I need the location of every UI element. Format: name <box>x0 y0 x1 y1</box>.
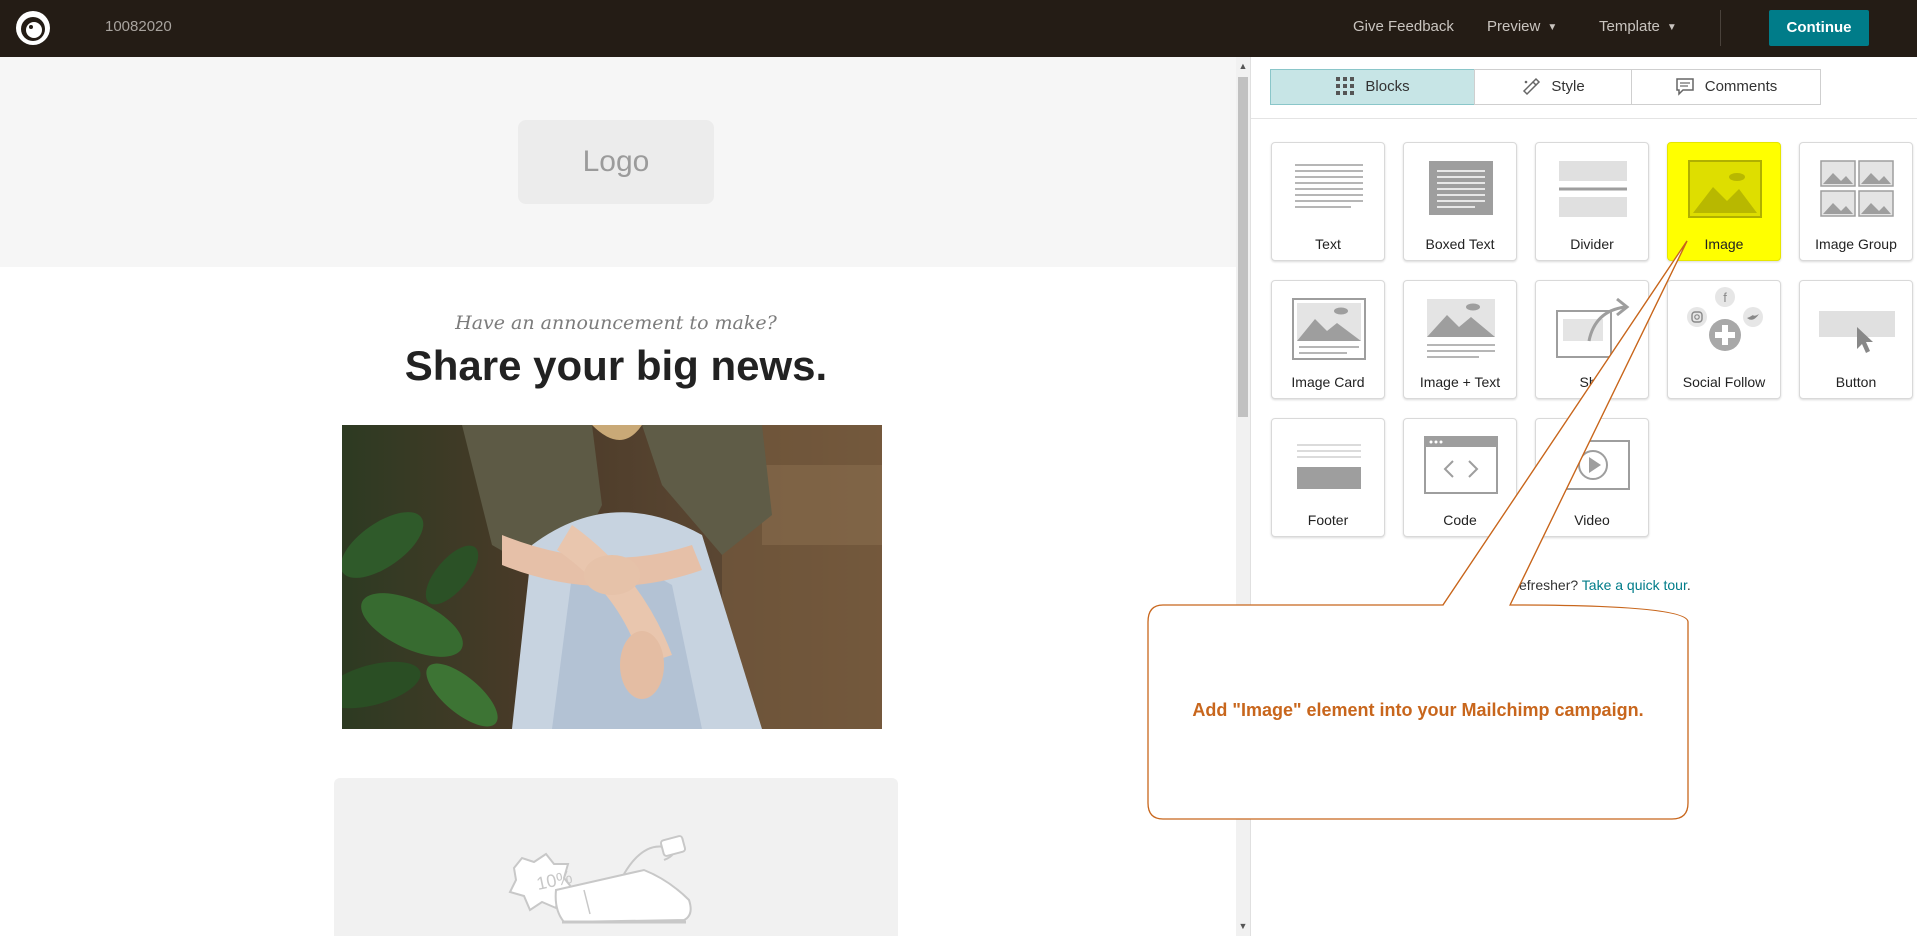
scroll-up-arrow-icon[interactable]: ▲ <box>1236 61 1250 71</box>
shoe-sale-illustration: 10% <box>508 835 692 924</box>
block-label: Text <box>1315 236 1341 252</box>
block-boxed-text[interactable]: Boxed Text <box>1403 142 1517 261</box>
block-image-card[interactable]: Image Card <box>1271 280 1385 399</box>
block-label: Image Card <box>1291 374 1365 390</box>
hero-photo-illustration <box>342 425 882 729</box>
give-feedback-label: Give Feedback <box>1353 18 1454 35</box>
top-bar: 10082020 Give Feedback Preview ▼ Template… <box>0 0 1917 57</box>
tab-style-label: Style <box>1551 78 1585 95</box>
svg-text:f: f <box>1723 290 1727 305</box>
button-block-icon <box>1819 311 1895 353</box>
block-video[interactable]: Video <box>1535 418 1649 537</box>
continue-button[interactable]: Continue <box>1769 10 1869 46</box>
take-a-quick-tour-link[interactable]: Take a quick tour <box>1582 577 1687 593</box>
block-label: Divider <box>1570 236 1614 252</box>
toolbar-divider <box>1720 10 1721 46</box>
block-label: Boxed Text <box>1425 236 1495 252</box>
social-follow-block-icon: f <box>1687 287 1763 351</box>
mailchimp-logo-icon[interactable] <box>13 8 53 48</box>
block-label: Button <box>1835 374 1877 390</box>
block-image[interactable]: Image <box>1667 142 1781 261</box>
block-label: Social Follow <box>1682 374 1766 390</box>
quick-tour-text: efresher? Take a quick tour. <box>1519 577 1691 593</box>
email-headline[interactable]: Share your big news. <box>0 342 1232 390</box>
chevron-down-icon: ▼ <box>1547 22 1558 33</box>
video-block-icon <box>1556 440 1630 490</box>
image-card-block-icon <box>1292 298 1366 360</box>
block-button[interactable]: Button <box>1799 280 1913 399</box>
block-label: Code <box>1443 512 1477 528</box>
promo-block[interactable]: 10% <box>334 778 898 936</box>
block-label: Footer <box>1307 512 1349 528</box>
block-share[interactable]: Sha <box>1535 280 1649 399</box>
share-block-icon <box>1556 297 1630 358</box>
block-label: Image <box>1704 236 1744 252</box>
tab-comments[interactable]: Comments <box>1631 69 1821 105</box>
footer-block-icon <box>1297 444 1361 489</box>
boxed-text-block-icon <box>1429 161 1493 215</box>
panel-divider <box>1251 118 1917 119</box>
text-block-icon <box>1295 164 1363 208</box>
logo-placeholder[interactable]: Logo <box>518 120 714 204</box>
block-code[interactable]: Code <box>1403 418 1517 537</box>
tour-suffix: . <box>1686 577 1691 593</box>
tour-prefix: efresher? <box>1519 577 1582 593</box>
block-text[interactable]: Text <box>1271 142 1385 261</box>
grid-icon <box>1336 77 1355 95</box>
block-divider[interactable]: Divider <box>1535 142 1649 261</box>
block-footer[interactable]: Footer <box>1271 418 1385 537</box>
template-label: Template <box>1599 18 1660 35</box>
block-label: Image Group <box>1815 236 1897 252</box>
preview-menu[interactable]: Preview ▼ <box>1487 18 1557 35</box>
template-menu[interactable]: Template ▼ <box>1599 18 1677 35</box>
preview-label: Preview <box>1487 18 1541 35</box>
email-header-section[interactable]: Logo <box>0 57 1236 267</box>
tab-blocks[interactable]: Blocks <box>1270 69 1475 105</box>
scrollbar-thumb[interactable] <box>1238 77 1248 417</box>
code-block-icon <box>1424 436 1498 494</box>
callout-text: Add "Image" element into your Mailchimp … <box>1192 700 1644 720</box>
chevron-down-icon: ▼ <box>1666 22 1677 33</box>
tab-blocks-label: Blocks <box>1365 78 1410 95</box>
divider-block-icon <box>1559 161 1627 217</box>
tab-comments-label: Comments <box>1704 78 1778 95</box>
content-blocks-panel: Blocks Style Comments Text Boxed Text Di… <box>1250 57 1917 936</box>
scroll-down-arrow-icon[interactable]: ▼ <box>1236 921 1250 931</box>
image-block-icon <box>1688 160 1762 218</box>
block-social-follow[interactable]: f Social Follow <box>1667 280 1781 399</box>
email-subheading[interactable]: Have an announcement to make? <box>0 312 1232 334</box>
block-image-group[interactable]: Image Group <box>1799 142 1913 261</box>
comment-icon <box>1675 78 1694 96</box>
tab-style[interactable]: Style <box>1474 69 1632 105</box>
image-group-block-icon <box>1820 160 1894 217</box>
block-label: Image + Text <box>1419 374 1501 390</box>
panel-tabs: Blocks Style Comments <box>1270 69 1900 105</box>
campaign-name[interactable]: 10082020 <box>105 18 172 35</box>
give-feedback-link[interactable]: Give Feedback <box>1353 18 1454 35</box>
paint-brush-icon <box>1523 77 1541 96</box>
block-label: Sha <box>1579 374 1605 390</box>
block-label: Video <box>1574 512 1610 528</box>
image-text-block-icon <box>1427 299 1495 358</box>
block-image-text[interactable]: Image + Text <box>1403 280 1517 399</box>
hero-image[interactable] <box>342 425 882 729</box>
preview-scrollbar[interactable]: ▲ ▼ <box>1236 57 1250 936</box>
mailchimp-campaign-editor: 10082020 Give Feedback Preview ▼ Template… <box>0 0 1917 936</box>
email-preview: Logo Have an announcement to make? Share… <box>0 57 1236 936</box>
